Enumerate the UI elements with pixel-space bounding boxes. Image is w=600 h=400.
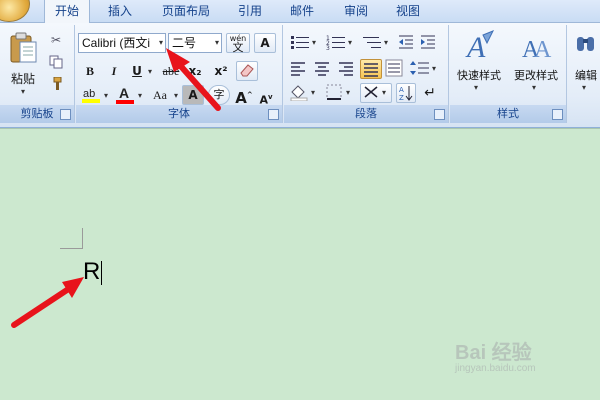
watermark: Bai 经验 jingyan.baidu.com bbox=[455, 336, 536, 374]
watermark-url: jingyan.baidu.com bbox=[455, 363, 536, 374]
arrow-icon bbox=[11, 277, 84, 328]
watermark-brand: Bai 经验 bbox=[455, 342, 532, 364]
arrow-icon bbox=[166, 48, 221, 111]
